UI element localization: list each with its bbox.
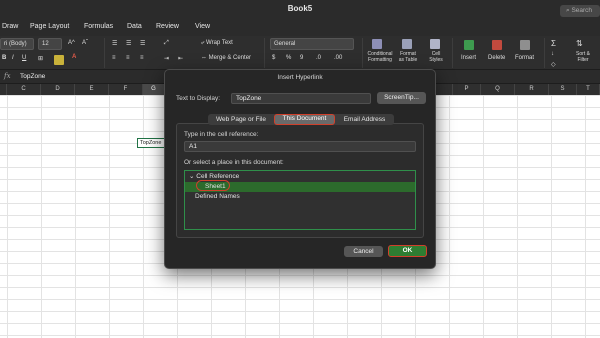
insert-icon <box>464 40 474 50</box>
align-top-icon[interactable]: ☰ <box>112 40 117 47</box>
bold-button[interactable]: B <box>2 55 6 61</box>
merge-center-button[interactable]: ⇔ Merge & Center <box>201 55 251 61</box>
font-name-select[interactable]: ri (Body) <box>0 38 34 50</box>
cell-reference-input[interactable]: A1 <box>184 141 416 152</box>
column-header[interactable]: F <box>109 84 143 95</box>
format-as-table-icon <box>402 39 412 49</box>
text-to-display-label: Text to Display: <box>176 95 221 102</box>
wrap-text-label: Wrap Text <box>206 40 233 46</box>
title-bar: Book5 ⌕ Search <box>0 0 600 20</box>
column-header[interactable]: D <box>41 84 75 95</box>
ribbon-separator <box>264 38 265 68</box>
tab-data[interactable]: Data <box>127 23 142 30</box>
search-field[interactable]: ⌕ Search <box>560 5 600 17</box>
ribbon-separator <box>452 38 453 68</box>
tab-this-document[interactable]: This Document <box>274 114 335 125</box>
search-label: Search <box>571 7 593 14</box>
insert-label: Insert <box>461 55 477 61</box>
column-header[interactable] <box>436 84 453 95</box>
column-header[interactable]: R <box>515 84 549 95</box>
align-left-icon[interactable]: ≡ <box>112 55 116 61</box>
column-header[interactable]: C <box>7 84 41 95</box>
tree-group-label: Cell Reference <box>196 173 240 180</box>
fill-color-icon[interactable] <box>54 55 64 65</box>
outdent-icon[interactable]: ⇤ <box>178 55 183 62</box>
column-header[interactable]: S <box>549 84 577 95</box>
percent-icon[interactable]: % <box>286 55 291 61</box>
formula-input[interactable]: TopZone <box>20 73 45 80</box>
ribbon-tabs: Draw Page Layout Formulas Data Review Vi… <box>0 20 600 36</box>
cell-styles-label: Cell Styles <box>429 51 443 63</box>
text-to-display-input[interactable]: TopZone <box>231 93 371 104</box>
tree-group-defined-names[interactable]: Defined Names <box>185 192 415 202</box>
decrease-font-icon[interactable]: Aˇ <box>82 40 88 46</box>
cell-styles-icon <box>430 39 440 49</box>
tab-formulas[interactable]: Formulas <box>84 23 113 30</box>
number-format-select[interactable]: General <box>270 38 354 50</box>
column-header[interactable]: P <box>453 84 481 95</box>
active-cell[interactable]: TopZone <box>137 138 165 148</box>
document-places-tree: ⌄ Cell Reference Sheet1 Defined Names <box>184 170 416 230</box>
conditional-formatting-icon <box>372 39 382 49</box>
align-center-icon[interactable]: ≡ <box>126 55 130 61</box>
tab-email-address[interactable]: Email Address <box>335 114 394 125</box>
select-place-label: Or select a place in this document: <box>184 159 284 166</box>
conditional-formatting-label: Conditional Formatting <box>367 51 393 63</box>
decrease-decimal-icon[interactable]: .00 <box>334 55 342 61</box>
column-header[interactable]: Q <box>481 84 515 95</box>
dialog-title: Insert Hyperlink <box>277 74 323 81</box>
increase-font-icon[interactable]: A^ <box>68 40 75 46</box>
column-header[interactable]: T <box>577 84 600 95</box>
cell-reference-label: Type in the cell reference: <box>184 131 259 138</box>
ribbon-separator <box>104 38 105 68</box>
delete-label: Delete <box>488 55 506 61</box>
select-all-corner[interactable] <box>0 84 7 95</box>
format-icon <box>520 40 530 50</box>
clear-icon[interactable]: ◇ <box>551 61 556 68</box>
search-icon: ⌕ <box>566 7 570 14</box>
underline-icon[interactable]: U <box>22 55 26 61</box>
align-bottom-icon[interactable]: ☰ <box>140 40 145 47</box>
indent-icon[interactable]: ⇥ <box>164 55 169 62</box>
sort-filter-icon: ⇅ <box>576 39 583 48</box>
font-color-icon[interactable]: A <box>72 54 76 60</box>
function-icon[interactable]: fx <box>4 72 11 80</box>
annotation-circle <box>196 180 230 191</box>
format-as-table-label: Format as Table <box>398 51 418 63</box>
font-size-select[interactable]: 12 <box>38 38 62 50</box>
autosum-icon[interactable]: Σ <box>551 39 556 48</box>
borders-icon[interactable]: ⊞ <box>38 55 43 62</box>
format-label: Format <box>515 55 535 61</box>
comma-icon[interactable]: 9 <box>300 55 303 61</box>
column-header-selected[interactable]: G <box>143 84 165 95</box>
cancel-button[interactable]: Cancel <box>344 246 383 257</box>
orientation-icon[interactable]: ⤢ <box>164 40 169 47</box>
ribbon-separator <box>544 38 545 68</box>
link-type-tabs: Web Page or File This Document Email Add… <box>208 114 394 125</box>
sort-filter-label: Sort & Filter <box>576 51 590 63</box>
tab-view[interactable]: View <box>195 23 210 30</box>
fill-icon[interactable]: ↓ <box>551 51 554 57</box>
tab-web-page-or-file[interactable]: Web Page or File <box>208 114 274 125</box>
screentip-button[interactable]: ScreenTip... <box>377 92 426 104</box>
merge-center-label: Merge & Center <box>208 55 252 61</box>
ribbon-separator <box>362 38 363 68</box>
window-title: Book5 <box>287 4 313 13</box>
tab-page-layout[interactable]: Page Layout <box>30 23 69 30</box>
ribbon: ri (Body) 12 A^ Aˇ B I U ⊞ A ☰ ☰ ☰ ≡ ≡ ≡… <box>0 36 600 70</box>
tab-draw[interactable]: Draw <box>2 23 18 30</box>
increase-decimal-icon[interactable]: .0 <box>316 55 321 61</box>
tab-review[interactable]: Review <box>156 23 179 30</box>
merge-icon: ⇔ <box>201 55 209 61</box>
ok-button[interactable]: OK <box>388 245 427 257</box>
align-middle-icon[interactable]: ☰ <box>126 40 131 47</box>
wrap-text-button[interactable]: ⤶ Wrap Text <box>201 40 233 47</box>
align-right-icon[interactable]: ≡ <box>140 55 144 61</box>
tree-group-label: Defined Names <box>195 193 240 200</box>
currency-icon[interactable]: $ <box>272 55 275 61</box>
column-header[interactable]: E <box>75 84 109 95</box>
delete-icon <box>492 40 502 50</box>
italic-icon[interactable]: I <box>12 55 14 61</box>
